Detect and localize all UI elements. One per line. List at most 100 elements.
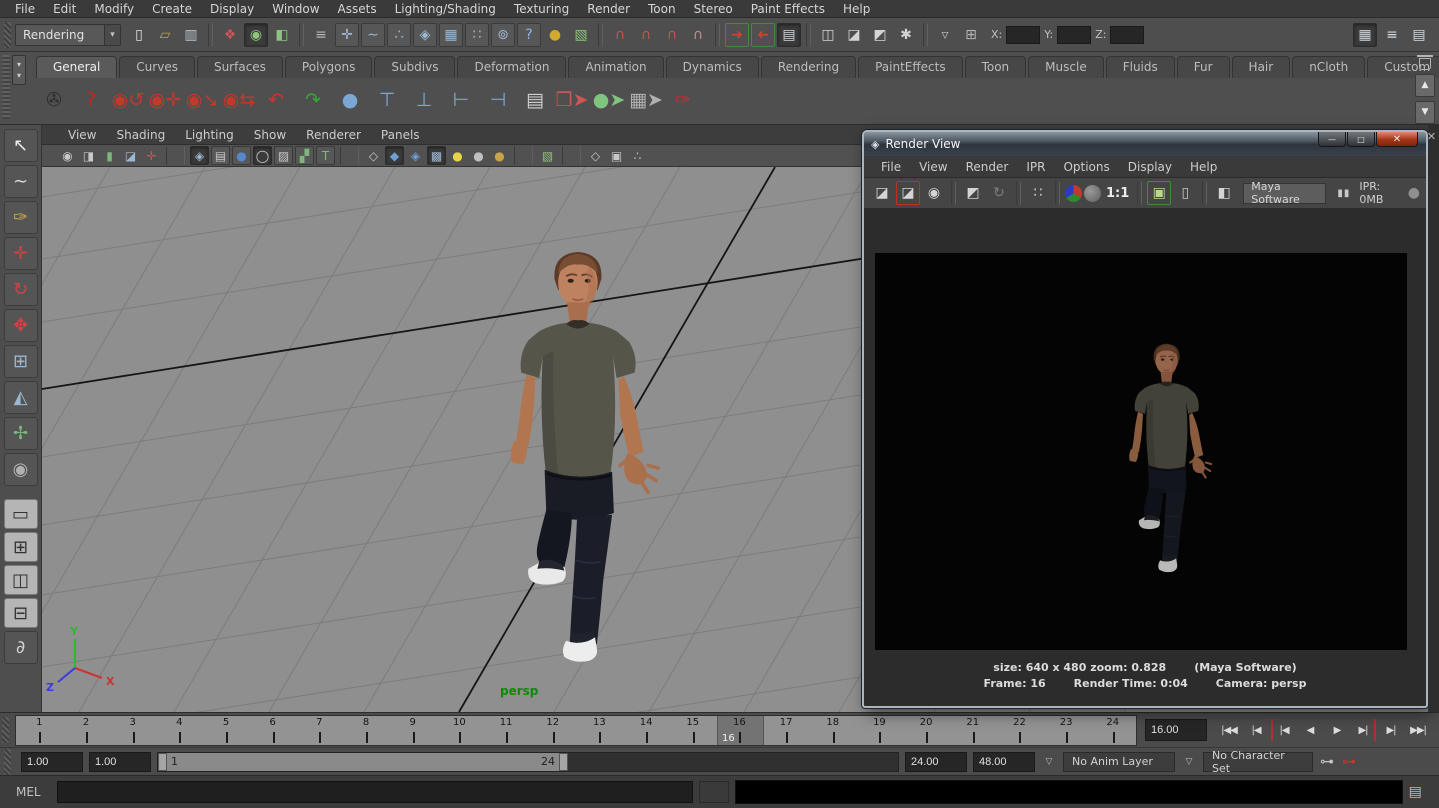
- frame-tick[interactable]: 13: [576, 716, 623, 745]
- menu-item[interactable]: Paint Effects: [742, 0, 834, 18]
- soft-select-icon[interactable]: ⊚: [491, 23, 515, 47]
- universal-manipulator-tool[interactable]: ⊞: [4, 345, 38, 378]
- gate-mask-icon[interactable]: ◯: [253, 146, 272, 165]
- character-model[interactable]: [511, 252, 658, 662]
- playback-start-field[interactable]: [89, 752, 151, 772]
- menu-item[interactable]: Edit: [44, 0, 85, 18]
- select-object-type-icon[interactable]: ❒➤: [556, 84, 588, 116]
- play-forwards-button[interactable]: ▶: [1325, 719, 1349, 741]
- shelf-tab[interactable]: Polygons: [285, 56, 372, 78]
- menu-item[interactable]: File: [6, 0, 44, 18]
- select-tool[interactable]: ↖: [4, 129, 38, 162]
- help-icon[interactable]: ?: [75, 84, 107, 116]
- channel-box-toggle[interactable]: ▤: [1407, 23, 1431, 47]
- frame-tick[interactable]: 4: [156, 716, 203, 745]
- shelf-tab[interactable]: Animation: [568, 56, 663, 78]
- x-coordinate-field[interactable]: [1006, 26, 1040, 44]
- shelf-tab[interactable]: nCloth: [1292, 56, 1365, 78]
- make-live-icon[interactable]: ▦: [439, 23, 463, 47]
- save-scene-button[interactable]: ▥: [179, 23, 203, 47]
- shelf-tab[interactable]: Muscle: [1028, 56, 1104, 78]
- undo-icon[interactable]: ↶: [260, 84, 292, 116]
- render-view-menu-item[interactable]: Render: [957, 160, 1018, 174]
- status-line-grip[interactable]: [4, 22, 11, 48]
- menu-item[interactable]: Render: [578, 0, 639, 18]
- remove-image-icon[interactable]: ▯: [1173, 181, 1197, 205]
- timeline-playhead[interactable]: 16: [717, 716, 764, 745]
- go-to-end-button[interactable]: ▶▶|: [1406, 719, 1430, 741]
- soft-modification-tool[interactable]: ◭: [4, 381, 38, 414]
- attribute-editor-toggle[interactable]: ▦: [1353, 23, 1377, 47]
- snap-to-points-icon[interactable]: ∴: [387, 23, 411, 47]
- play-backwards-button[interactable]: ◀: [1298, 719, 1322, 741]
- select-hierarchy-icon[interactable]: ❖: [218, 23, 242, 47]
- alpha-channel-icon[interactable]: [1084, 185, 1101, 202]
- lasso-select-tool[interactable]: ∼: [4, 165, 38, 198]
- ungroup-icon[interactable]: ⊥: [408, 84, 440, 116]
- frame-tick[interactable]: 5: [203, 716, 250, 745]
- layout-four-pane-button[interactable]: ⊞: [4, 532, 38, 562]
- open-render-view-icon[interactable]: ◫: [816, 23, 840, 47]
- frame-tick[interactable]: 10: [436, 716, 483, 745]
- range-slider-track[interactable]: 1 24: [157, 752, 899, 772]
- paint-effects-panel-button[interactable]: ∂: [4, 631, 38, 664]
- 2d-pan-zoom-icon[interactable]: ✛: [142, 146, 161, 165]
- range-slider-handle[interactable]: 1 24: [158, 753, 568, 771]
- step-back-frame-button[interactable]: |◀: [1271, 719, 1295, 741]
- viewport-menu-item[interactable]: View: [58, 128, 106, 142]
- shelf-scroll-up-button[interactable]: ▲: [1415, 74, 1435, 97]
- frame-tick[interactable]: 17: [763, 716, 810, 745]
- command-line-divider[interactable]: [699, 781, 729, 803]
- frame-tick[interactable]: 19: [856, 716, 903, 745]
- frame-tick[interactable]: 21: [949, 716, 996, 745]
- render-view-menu-item[interactable]: Help: [1181, 160, 1226, 174]
- select-component-icon[interactable]: ◧: [270, 23, 294, 47]
- command-line-mode-button[interactable]: MEL: [6, 785, 51, 799]
- input-connections-icon[interactable]: ➔: [725, 23, 749, 47]
- default-lighting-icon[interactable]: ●: [448, 146, 467, 165]
- paint-selection-tool[interactable]: ✑: [4, 201, 38, 234]
- safe-action-icon[interactable]: ▞: [295, 146, 314, 165]
- new-scene-button[interactable]: ▯: [127, 23, 151, 47]
- selection-mask-filter-icon[interactable]: ≡: [309, 23, 333, 47]
- frame-tick[interactable]: 2: [63, 716, 110, 745]
- track-camera-icon[interactable]: ◉✛: [149, 84, 181, 116]
- render-view-menu-item[interactable]: File: [872, 160, 910, 174]
- isolate-select-icon[interactable]: ▧: [538, 146, 557, 165]
- xray-icon[interactable]: ◇: [586, 146, 605, 165]
- pane-close-icon[interactable]: ✕: [1425, 129, 1438, 143]
- rotate-tool[interactable]: ↻: [4, 273, 38, 306]
- highlight-selection-icon[interactable]: ▧: [569, 23, 593, 47]
- viewport-menu-item[interactable]: Lighting: [175, 128, 244, 142]
- grid-toggle-icon[interactable]: ◈: [190, 146, 209, 165]
- mel-input-field[interactable]: [57, 781, 693, 803]
- trash-icon[interactable]: [1419, 58, 1431, 70]
- redo-icon[interactable]: ↷: [297, 84, 329, 116]
- frame-tick[interactable]: 11: [483, 716, 530, 745]
- close-button[interactable]: ✕: [1376, 132, 1418, 147]
- delete-unused-icon[interactable]: ●: [334, 84, 366, 116]
- show-manipulator-tool[interactable]: ✢: [4, 417, 38, 450]
- timeline-ruler[interactable]: 123456789101112131415161718192021222324 …: [15, 715, 1137, 746]
- frame-tick[interactable]: 22: [996, 716, 1043, 745]
- redo-previous-render-icon[interactable]: ◪: [896, 181, 920, 205]
- unparent-icon[interactable]: ⊣: [482, 84, 514, 116]
- viewport-menu-item[interactable]: Panels: [371, 128, 430, 142]
- layout-single-pane-button[interactable]: ▭: [4, 499, 38, 529]
- menu-item[interactable]: Modify: [85, 0, 143, 18]
- ipr-render-icon[interactable]: ◩: [868, 23, 892, 47]
- step-forward-frame-button[interactable]: ▶|: [1352, 719, 1376, 741]
- snap-together-icon[interactable]: ∷: [465, 23, 489, 47]
- shelf-tab[interactable]: Deformation: [457, 56, 566, 78]
- step-forward-key-button[interactable]: ▶|: [1379, 719, 1403, 741]
- shelf-tab[interactable]: Curves: [119, 56, 195, 78]
- textured-mode-icon[interactable]: ▩: [427, 146, 446, 165]
- maximize-button[interactable]: □: [1347, 132, 1375, 147]
- shelf-tab[interactable]: Hair: [1232, 56, 1291, 78]
- resolution-gate-icon[interactable]: ●: [232, 146, 251, 165]
- last-tool-used[interactable]: ◉: [4, 453, 38, 486]
- tumble-camera-icon[interactable]: ◉↺: [112, 84, 144, 116]
- film-gate-icon[interactable]: ▤: [211, 146, 230, 165]
- move-tool[interactable]: ✛: [4, 237, 38, 270]
- range-end-handle[interactable]: [559, 753, 568, 771]
